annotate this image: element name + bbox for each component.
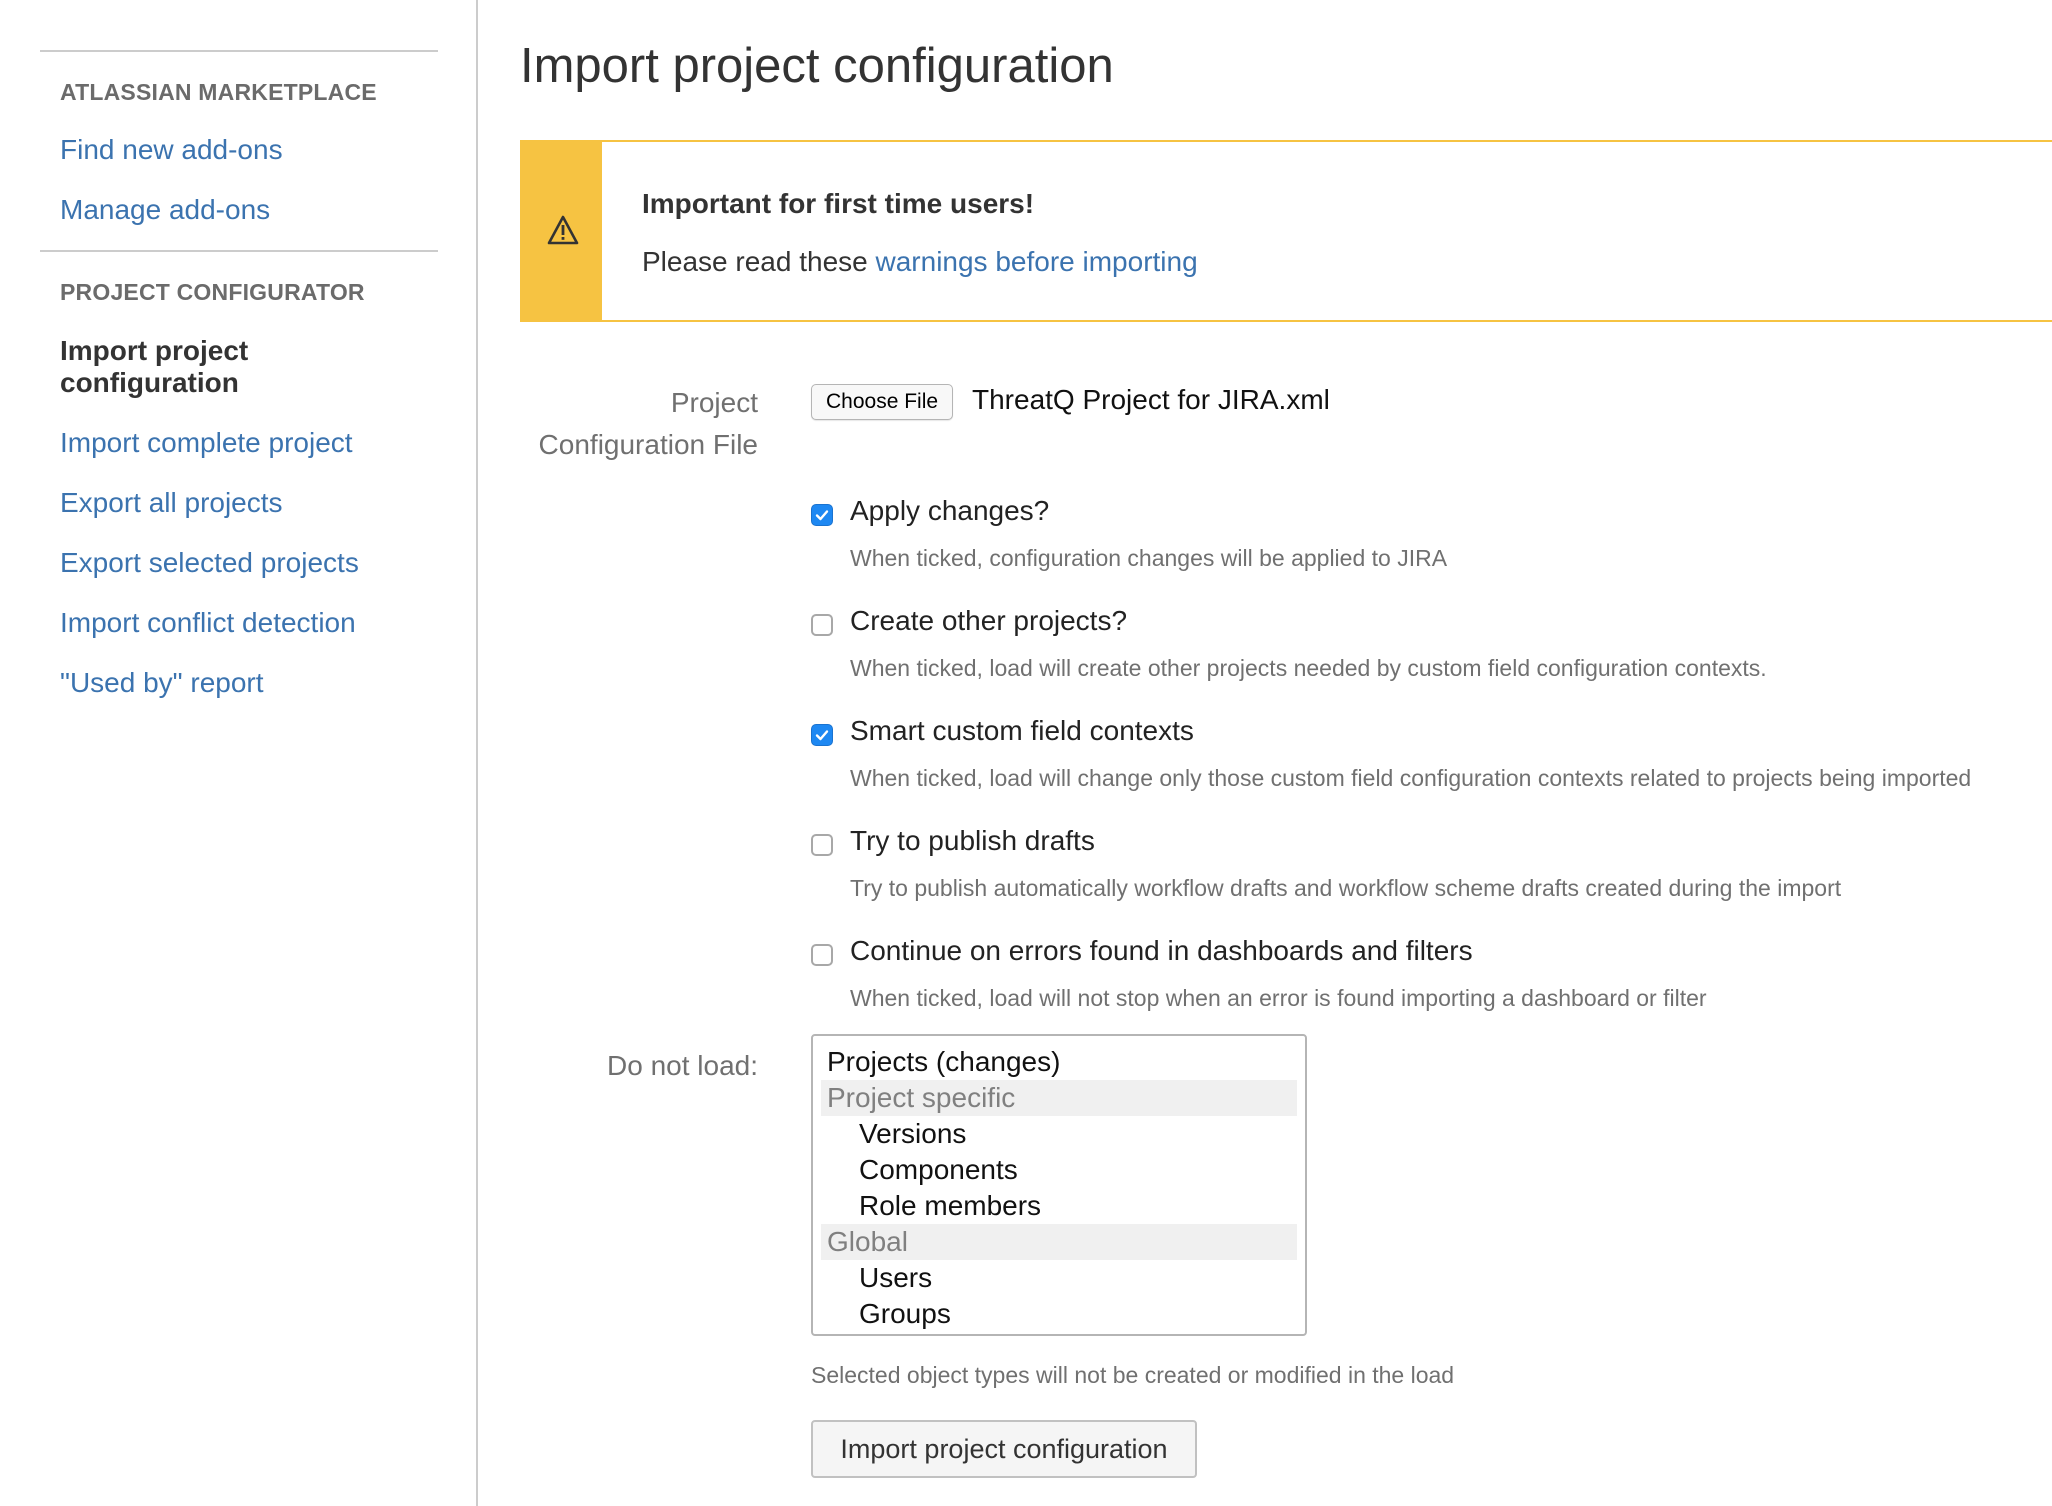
warnings-link[interactable]: warnings before importing [876, 246, 1198, 277]
checkbox-try-to-publish-drafts[interactable] [811, 834, 833, 856]
list-option-role-members[interactable]: Role members [821, 1188, 1297, 1224]
sidebar-item-export-all-projects[interactable]: Export all projects [60, 487, 283, 519]
sidebar-heading-marketplace: ATLASSIAN MARKETPLACE [60, 79, 377, 105]
option-label-smart-custom-field-contexts[interactable]: Smart custom field contexts [850, 715, 1194, 747]
selected-file-name: ThreatQ Project for JIRA.xml [972, 384, 1330, 415]
option-description-smart-custom-field-contexts: When ticked, load will change only those… [850, 765, 1972, 791]
sidebar-item-import-complete-project[interactable]: Import complete project [60, 427, 353, 459]
sidebar-item-export-selected-projects[interactable]: Export selected projects [60, 547, 359, 579]
sidebar-divider [40, 50, 438, 52]
main-content: Import project configuration Important f… [478, 0, 2052, 1506]
list-group-global: Global [821, 1224, 1297, 1260]
list-option-components[interactable]: Components [821, 1152, 1297, 1188]
option-label-continue-on-errors-found-in-dashboards-and-filters[interactable]: Continue on errors found in dashboards a… [850, 935, 1473, 967]
option-label-apply-changes[interactable]: Apply changes? [850, 495, 1049, 527]
checkbox-create-other-projects[interactable] [811, 614, 833, 636]
checkbox-continue-on-errors-found-in-dashboards-and-filters[interactable] [811, 944, 833, 966]
list-option-users[interactable]: Users [821, 1260, 1297, 1296]
option-description-apply-changes: When ticked, configuration changes will … [850, 545, 1448, 571]
sidebar-divider [40, 250, 438, 252]
page: ATLASSIAN MARKETPLACE Find new add-ons M… [0, 0, 2052, 1506]
do-not-load-help: Selected object types will not be create… [811, 1362, 1455, 1388]
sidebar-item-find-new-add-ons[interactable]: Find new add-ons [60, 134, 283, 166]
warning-message: Important for first time users! Please r… [520, 140, 2052, 322]
checkbox-smart-custom-field-contexts[interactable] [811, 724, 833, 746]
sidebar: ATLASSIAN MARKETPLACE Find new add-ons M… [0, 0, 478, 1506]
do-not-load-listbox[interactable]: Projects (changes) Project specific Vers… [811, 1034, 1307, 1336]
warning-triangle-icon [546, 214, 580, 246]
import-project-configuration-button[interactable]: Import project configuration [811, 1420, 1197, 1478]
sidebar-item-used-by-report[interactable]: "Used by" report [60, 667, 264, 699]
checkbox-apply-changes[interactable] [811, 504, 833, 526]
warning-text-prefix: Please read these [642, 246, 876, 277]
page-title: Import project configuration [520, 39, 1114, 93]
file-field-label-line2: Configuration File [538, 429, 758, 460]
checkmark-icon [815, 510, 829, 521]
sidebar-heading-project-configurator: PROJECT CONFIGURATOR [60, 279, 365, 305]
file-field-label-line1: Project [670, 387, 758, 418]
file-field-label: Project Configuration File [539, 382, 758, 466]
warning-text: Please read these warnings before import… [642, 246, 1198, 278]
sidebar-item-manage-add-ons[interactable]: Manage add-ons [60, 194, 270, 226]
option-description-continue-on-errors-found-in-dashboards-and-filters: When ticked, load will not stop when an … [850, 985, 1707, 1011]
option-label-try-to-publish-drafts[interactable]: Try to publish drafts [850, 825, 1095, 857]
option-description-create-other-projects: When ticked, load will create other proj… [850, 655, 1767, 681]
list-option-groups[interactable]: Groups [821, 1296, 1297, 1332]
sidebar-item-import-project-configuration[interactable]: Import project configuration [60, 335, 320, 399]
list-option-versions[interactable]: Versions [821, 1116, 1297, 1152]
warning-title: Important for first time users! [642, 188, 1035, 219]
do-not-load-label: Do not load: [607, 1050, 758, 1081]
choose-file-button[interactable]: Choose File [811, 384, 954, 420]
option-label-create-other-projects[interactable]: Create other projects? [850, 605, 1127, 637]
option-description-try-to-publish-drafts: Try to publish automatically workflow dr… [850, 875, 1842, 901]
list-option-projects-changes[interactable]: Projects (changes) [821, 1044, 1297, 1080]
checkmark-icon [815, 730, 829, 741]
sidebar-item-import-conflict-detection[interactable]: Import conflict detection [60, 607, 356, 639]
list-group-project-specific: Project specific [821, 1080, 1297, 1116]
